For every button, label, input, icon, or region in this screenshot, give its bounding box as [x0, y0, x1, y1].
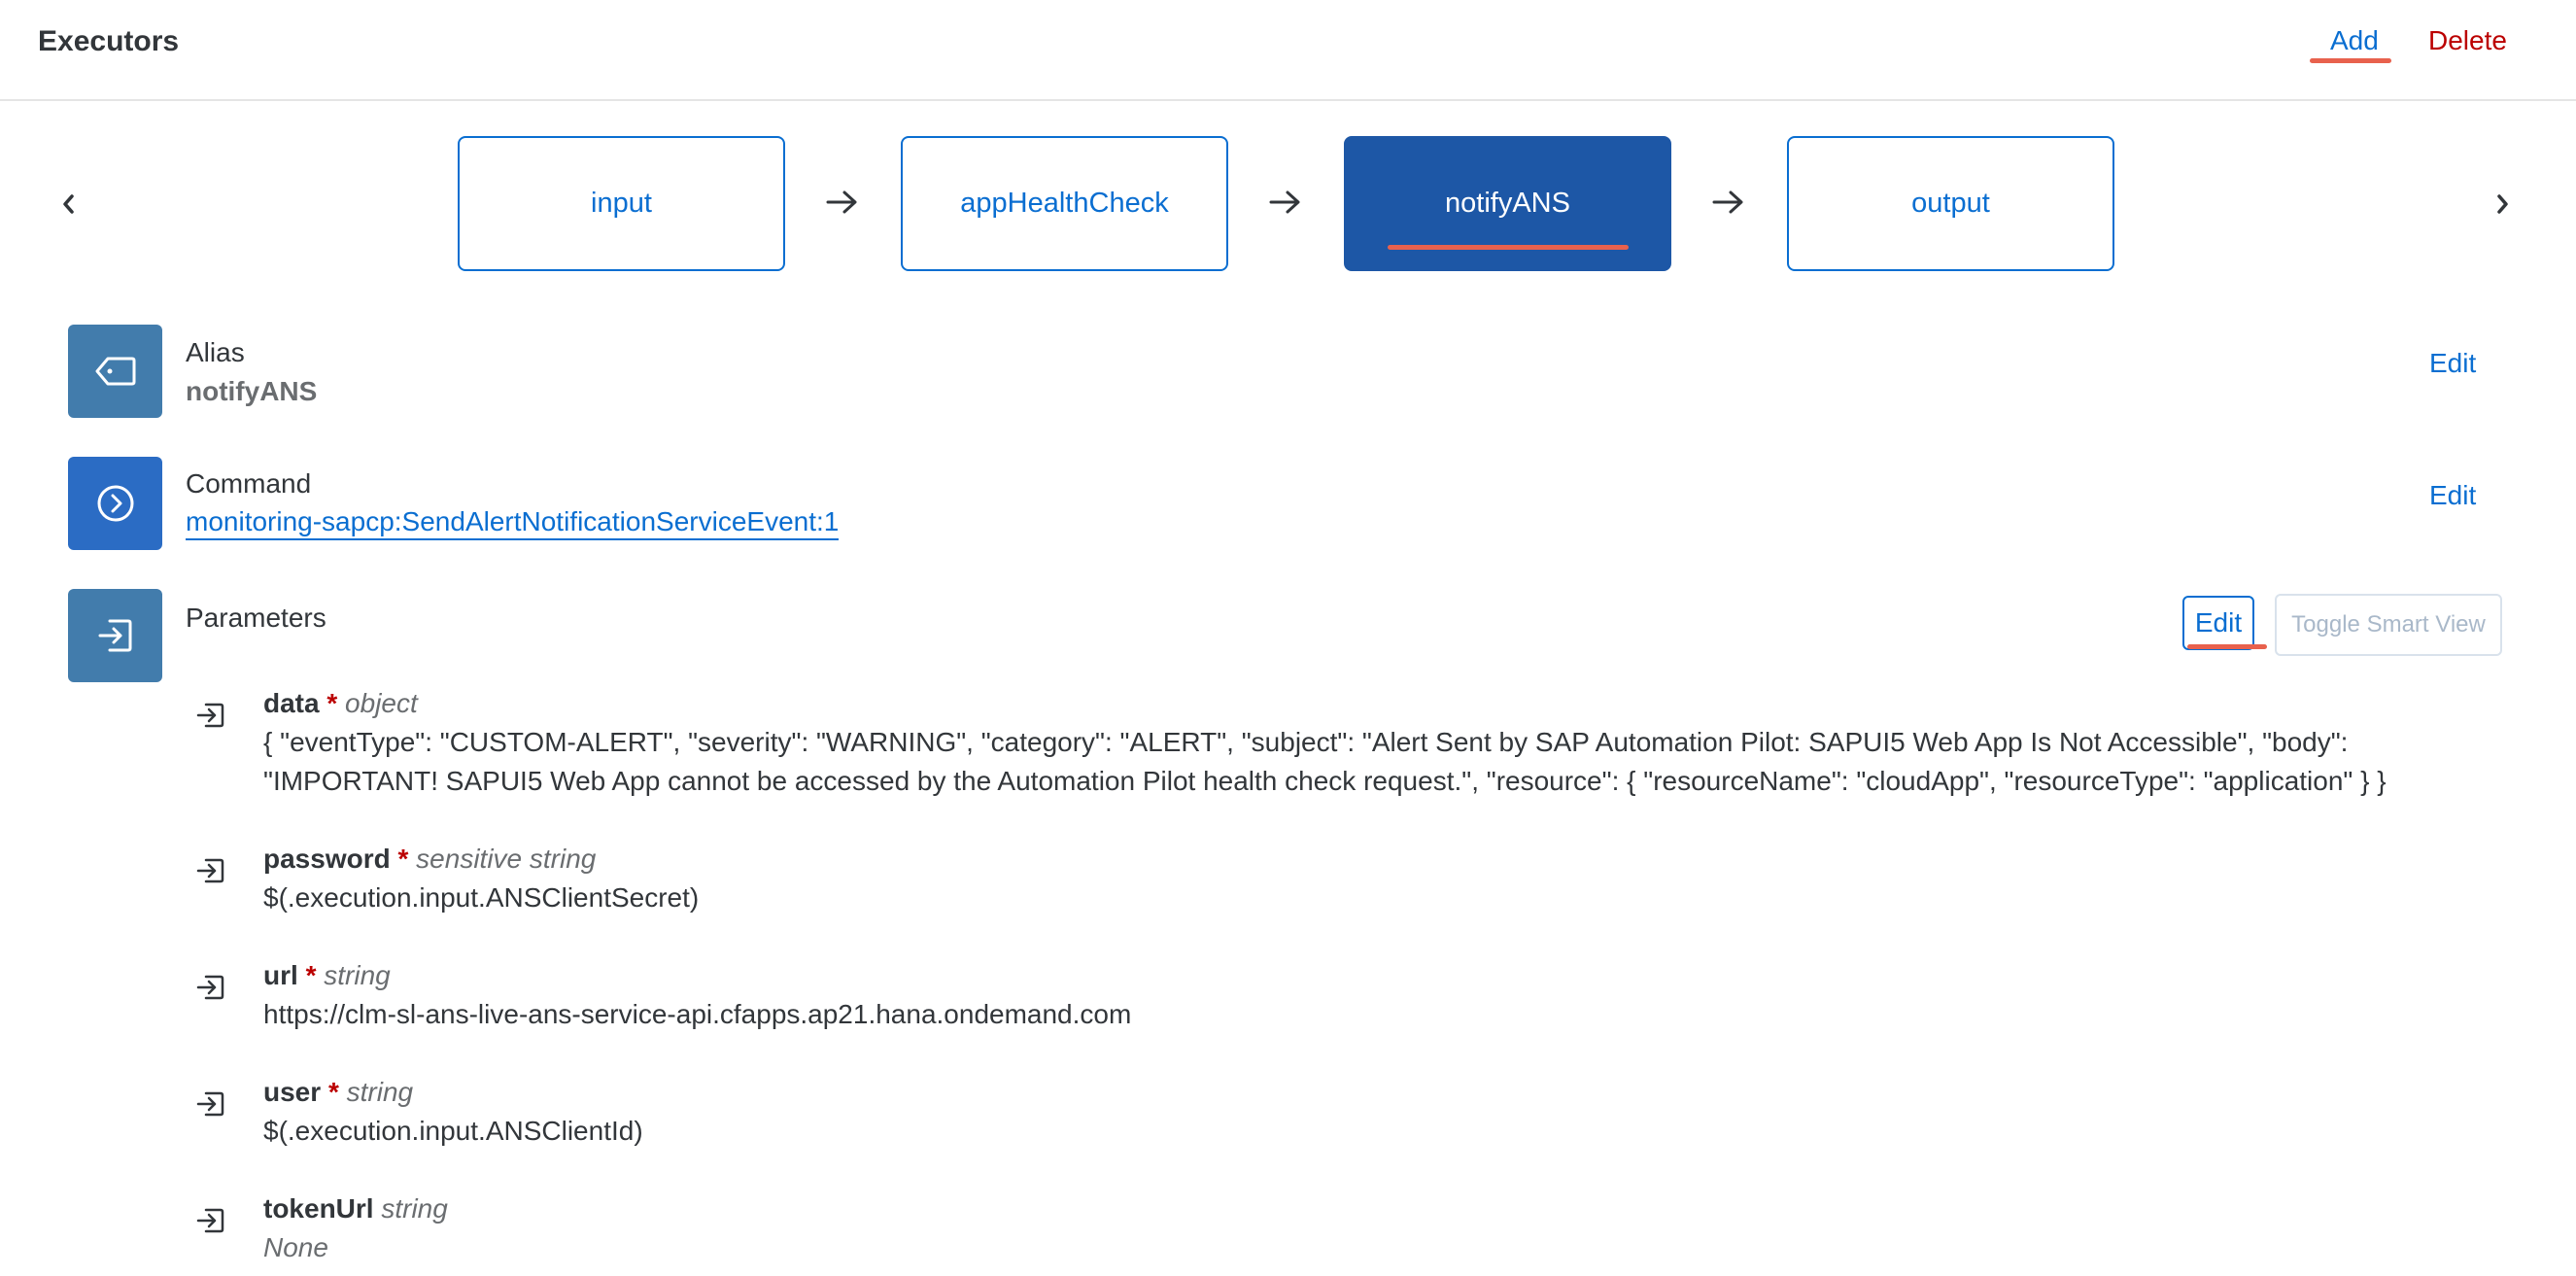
page-header: Executors Add Delete [0, 0, 2576, 101]
alias-label: Alias [186, 337, 245, 367]
command-label: Command [186, 468, 312, 499]
step-output[interactable]: output [1787, 136, 2114, 271]
parameters-edit-button[interactable]: Edit [2182, 596, 2254, 650]
parameter-icon [191, 1085, 230, 1123]
step-notifyans[interactable]: notifyANS [1344, 136, 1671, 271]
parameter-value: https://clm-sl-ans-live-ans-service-api.… [263, 999, 1132, 1029]
parameter-icon [191, 968, 230, 1007]
delete-button[interactable]: Delete [2428, 25, 2507, 56]
parameter-name: password [263, 844, 391, 874]
highlight-underline [2187, 644, 2267, 649]
parameter-header: url * string [263, 960, 391, 991]
parameter-icon [191, 1201, 230, 1240]
parameter-name: tokenUrl [263, 1193, 374, 1224]
parameter-header: password * sensitive string [263, 844, 596, 875]
parameter-header: data * object [263, 688, 418, 719]
toggle-smart-view-button[interactable]: Toggle Smart View [2275, 594, 2502, 656]
parameter-value: $(.execution.input.ANSClientId) [263, 1116, 643, 1146]
parameter-type: string [346, 1077, 414, 1107]
parameter-type: string [324, 960, 391, 990]
parameters-icon [68, 589, 162, 682]
highlight-underline [2310, 58, 2391, 63]
command-icon [68, 457, 162, 550]
alias-edit-button[interactable]: Edit [2429, 348, 2476, 379]
parameter-type: object [345, 688, 418, 718]
parameter-name: data [263, 688, 320, 718]
arrow-right-icon [1709, 183, 1748, 222]
step-apphealthcheck[interactable]: appHealthCheck [901, 136, 1228, 271]
required-marker: * [305, 960, 317, 990]
parameter-type: string [381, 1193, 448, 1224]
page-title: Executors [38, 25, 180, 57]
parameter-value: $(.execution.input.ANSClientSecret) [263, 882, 700, 913]
arrow-right-icon [823, 183, 862, 222]
tag-icon [68, 325, 162, 418]
parameter-value: None [263, 1232, 328, 1262]
required-marker: * [326, 688, 338, 718]
parameter-icon [191, 851, 230, 890]
parameter-name: user [263, 1077, 322, 1107]
command-link[interactable]: monitoring-sapcp:SendAlertNotificationSe… [186, 506, 840, 540]
alias-value: notifyANS [186, 376, 318, 406]
parameter-type: sensitive string [416, 844, 597, 874]
parameter-icon [191, 696, 230, 735]
add-button[interactable]: Add [2330, 25, 2379, 56]
parameter-header: tokenUrl string [263, 1193, 448, 1224]
required-marker: * [397, 844, 409, 874]
step-input[interactable]: input [458, 136, 785, 271]
parameter-name: url [263, 960, 298, 990]
highlight-underline [1388, 245, 1629, 250]
parameter-header: user * string [263, 1077, 413, 1108]
parameters-label: Parameters [186, 603, 326, 633]
chevron-left-icon[interactable] [50, 185, 88, 224]
required-marker: * [327, 1077, 339, 1107]
command-edit-button[interactable]: Edit [2429, 480, 2476, 511]
chevron-right-icon[interactable] [2483, 185, 2522, 224]
parameter-value: { "eventType": "CUSTOM-ALERT", "severity… [263, 727, 2387, 796]
arrow-right-icon [1266, 183, 1305, 222]
